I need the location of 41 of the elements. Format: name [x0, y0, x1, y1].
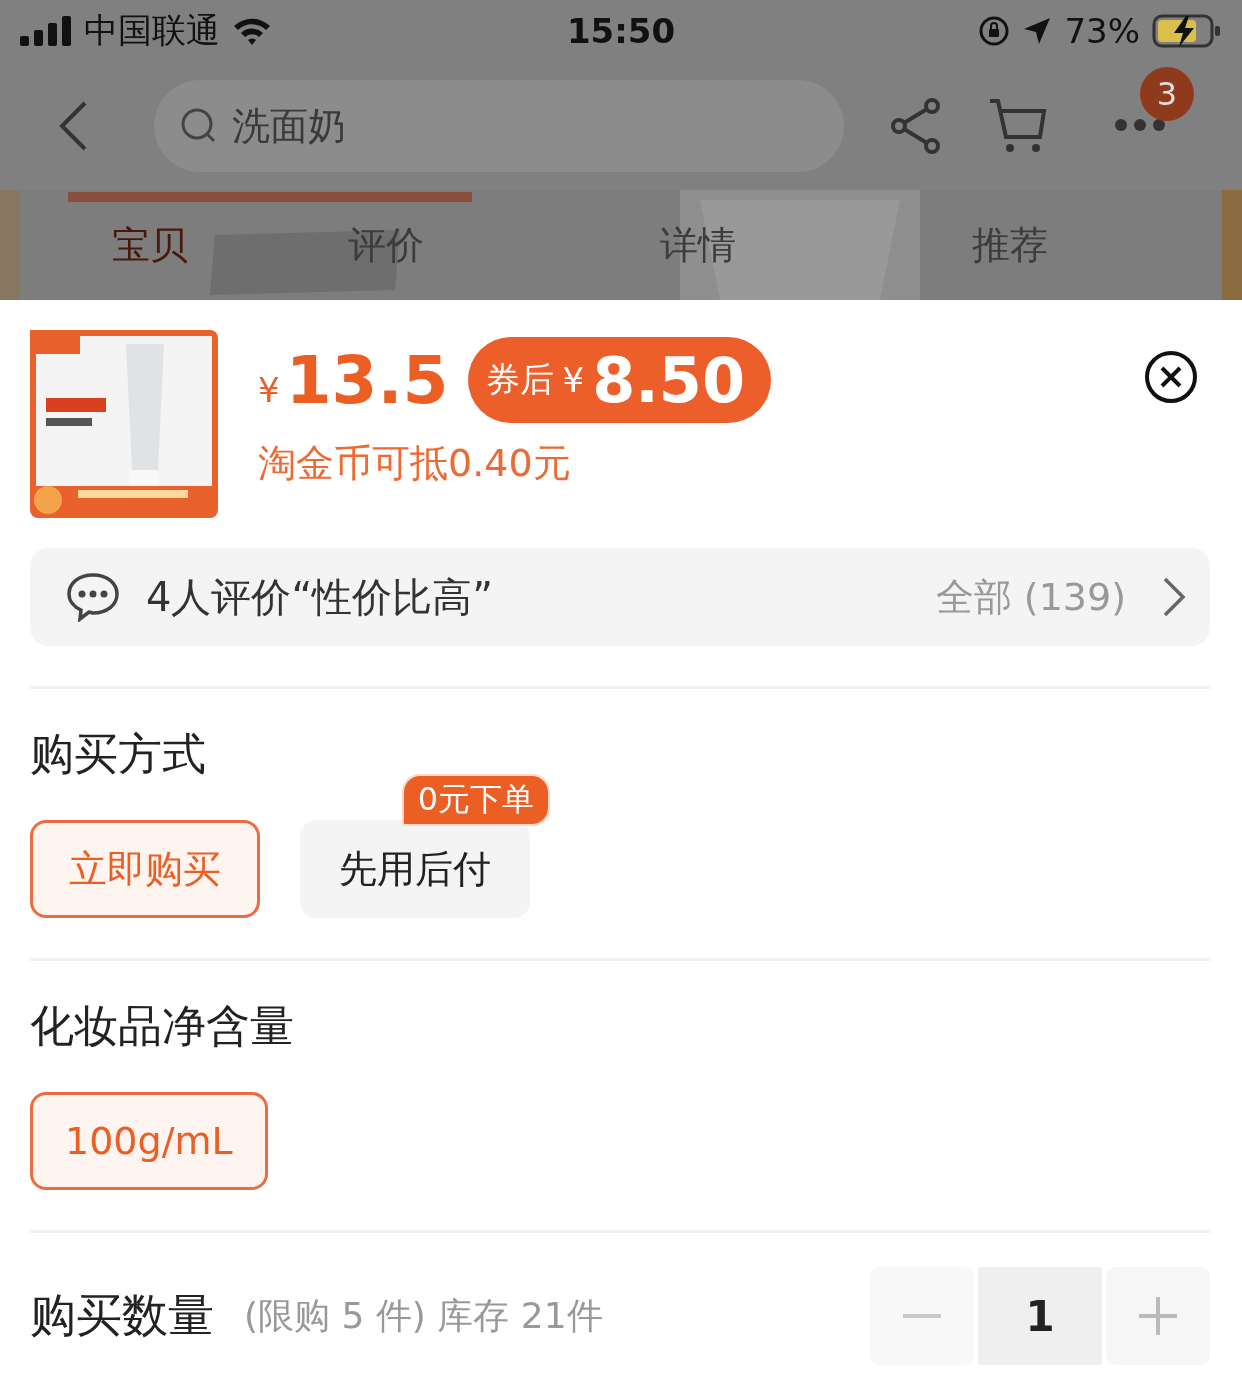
cart-icon[interactable] — [988, 97, 1048, 155]
quantity-value: 1 — [978, 1267, 1102, 1365]
tab[interactable]: 详情 — [542, 219, 854, 271]
coin-discount-note: 淘金币可抵0.40元 — [258, 440, 572, 487]
status-time: 15:50 — [566, 11, 676, 51]
option-button[interactable]: 100g/mL — [30, 1092, 268, 1190]
rotation-lock-icon — [978, 15, 1011, 47]
all-reviews-count: 全部 (139) — [935, 573, 1126, 621]
share-icon[interactable] — [890, 97, 942, 155]
chevron-right-icon — [1162, 576, 1186, 618]
section-title: 购买数量 — [30, 1287, 214, 1344]
coupon-price-badge: 券后 ¥8.50 — [468, 337, 772, 423]
wifi-icon — [232, 16, 272, 46]
review-summary-bar[interactable]: 4人评价“性价比高” 全部 (139) — [30, 548, 1210, 646]
review-summary: 4人评价“性价比高” — [146, 572, 494, 622]
option-button[interactable]: 立即购买 — [30, 820, 260, 918]
price: 13.5 — [285, 341, 449, 419]
section-title: 化妆品净含量 — [30, 999, 295, 1053]
search-field[interactable]: 洗面奶 — [154, 80, 844, 172]
more-icon[interactable] — [1114, 117, 1166, 132]
signal-icon — [20, 16, 72, 46]
plus-icon — [1139, 1297, 1177, 1335]
section-title: 购买方式 — [30, 727, 207, 781]
tab[interactable]: 推荐 — [854, 219, 1166, 271]
currency-symbol: ¥ — [258, 370, 280, 410]
minus-icon — [903, 1314, 941, 1318]
increase-button[interactable] — [1106, 1267, 1210, 1365]
back-icon[interactable] — [58, 100, 88, 152]
tab[interactable]: 宝贝 — [70, 219, 230, 271]
close-icon[interactable] — [1144, 350, 1198, 404]
battery-percent: 73% — [1064, 11, 1140, 51]
search-icon — [180, 107, 218, 145]
promo-badge: 0元下单 — [401, 774, 550, 826]
carrier-name: 中国联通 — [84, 9, 220, 52]
chat-bubble-icon — [66, 572, 120, 622]
purchase-limit-note: (限购 5 件) 库存 21件 — [244, 1293, 604, 1338]
tab[interactable]: 评价 — [230, 219, 542, 271]
location-arrow-icon — [1022, 16, 1053, 46]
cart-count-badge: 3 — [1140, 66, 1194, 121]
battery-charging-icon — [1152, 14, 1222, 48]
option-button[interactable]: 先用后付 — [300, 820, 530, 918]
